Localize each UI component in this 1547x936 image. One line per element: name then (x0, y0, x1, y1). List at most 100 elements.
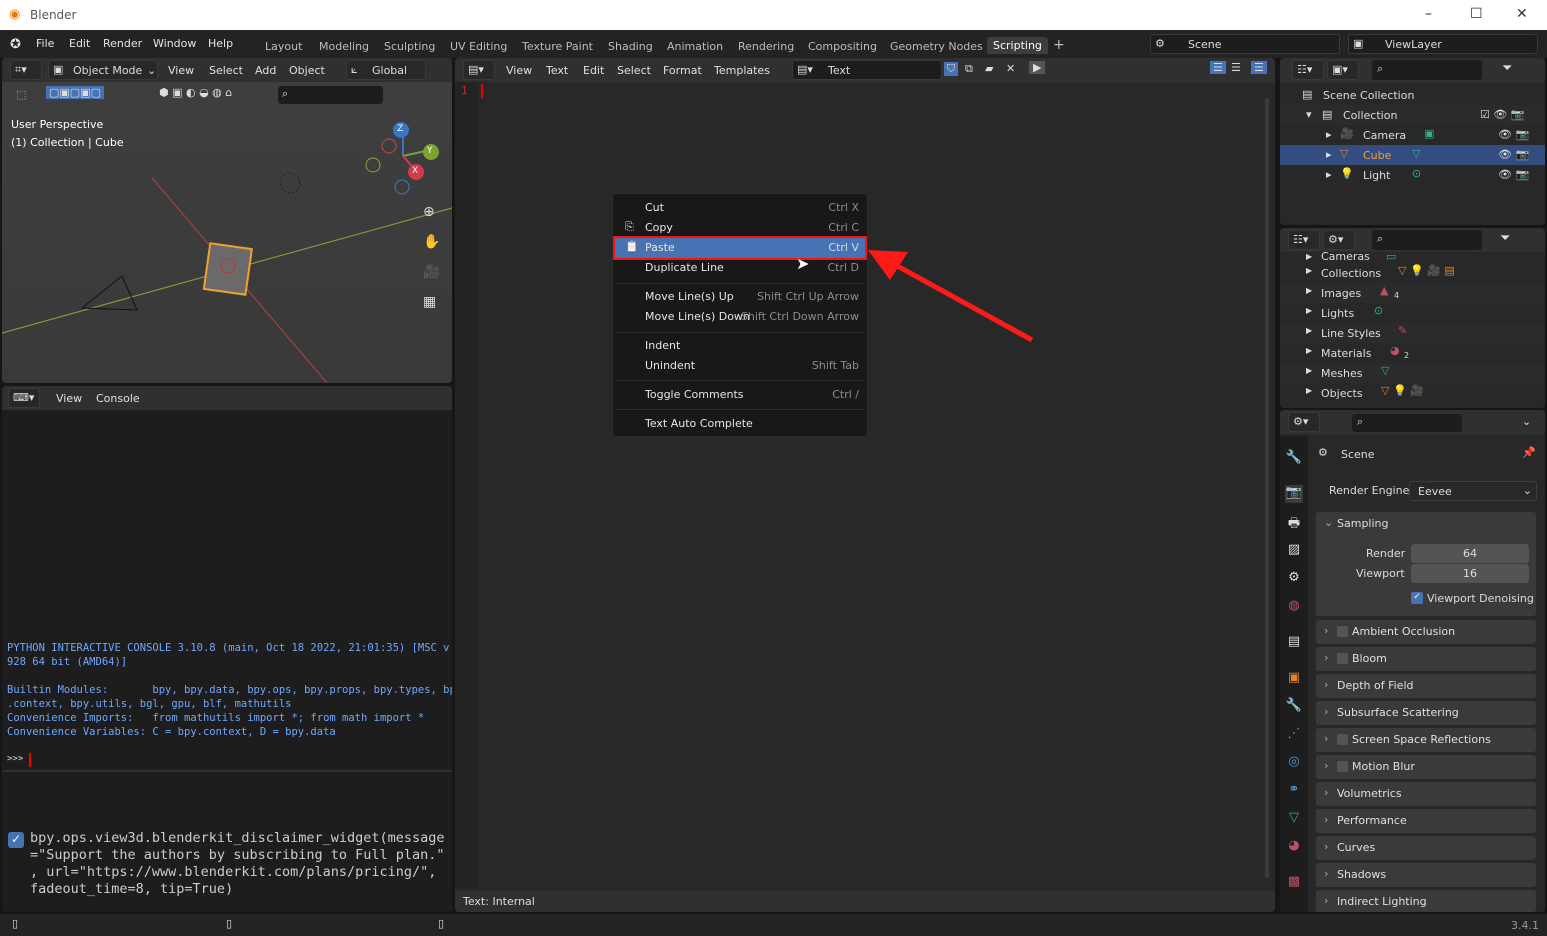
3d-viewport[interactable]: ⌗▾ ▣ Object Mode ⌄ View Select Add Objec… (2, 58, 452, 383)
zoom-icon[interactable]: ⊕ (423, 204, 435, 220)
data-tab-icon[interactable]: ▽ (1285, 810, 1303, 828)
blender-menu-icon[interactable]: ✪ (10, 37, 21, 52)
data-row-materials[interactable]: ▶ Materials ◕ 2 (1280, 343, 1545, 363)
scrollbar[interactable] (1265, 98, 1269, 878)
menu-edit[interactable]: Edit (69, 37, 90, 50)
new-text-icon[interactable]: ⧉ (965, 62, 973, 76)
panel-shadows[interactable]: › Shadows (1316, 863, 1536, 887)
fake-user-icon[interactable]: ⛉ (944, 62, 959, 76)
panel-curves[interactable]: › Curves (1316, 836, 1536, 860)
menu-item-duplicate-line[interactable]: Duplicate Line Ctrl D (615, 258, 865, 278)
menu-templates[interactable]: Templates (714, 64, 770, 77)
menu-console[interactable]: Console (96, 392, 140, 405)
minimize-button[interactable]: – (1425, 6, 1432, 22)
tab-scripting[interactable]: Scripting (987, 37, 1048, 54)
editor-type-button[interactable]: ▤▾ (463, 60, 495, 80)
tab-modeling[interactable]: Modeling (319, 40, 369, 53)
viewport-samples-field[interactable]: 16 (1411, 564, 1529, 583)
ortho-grid-icon[interactable]: ▦ (423, 294, 436, 310)
filter-icon[interactable]: ⏷ (1502, 61, 1512, 76)
panel-depth-of-field[interactable]: › Depth of Field (1316, 674, 1536, 698)
menu-select[interactable]: Select (617, 64, 651, 77)
filter-icon[interactable]: ⏷ (1500, 231, 1510, 246)
text-datablock-selector[interactable]: ▤▾ Text (792, 60, 942, 80)
outliner-row[interactable]: ▸ 🎥 Camera ▣ 👁 📷 (1280, 125, 1545, 145)
menu-item-cut[interactable]: Cut Ctrl X (615, 198, 865, 218)
outliner-row[interactable]: ▤ Scene Collection (1280, 85, 1545, 105)
display-mode-button[interactable]: ⚙▾ (1323, 230, 1355, 250)
render-tab-icon[interactable]: 📷 (1285, 485, 1303, 503)
menu-file[interactable]: File (36, 37, 54, 50)
unlink-icon[interactable]: ✕ (1006, 62, 1015, 75)
menu-item-copy[interactable]: ⎘ Copy Ctrl C (615, 218, 865, 238)
pan-hand-icon[interactable]: ✋ (423, 234, 440, 250)
object-tab-icon[interactable]: ▣ (1285, 670, 1303, 688)
panel-subsurface-scattering[interactable]: › Subsurface Scattering (1316, 701, 1536, 725)
editor-type-button[interactable]: ☷▾ (1288, 230, 1320, 250)
editor-type-button[interactable]: ⚙▾ (1288, 412, 1320, 432)
line-numbers-icon[interactable]: ☰ (1210, 61, 1226, 74)
blend-file-outliner[interactable]: ☷▾ ⚙▾ ⌕ ⏷ ▶ Cameras ▭ ▶ Collections ▽ 💡 🎥 ▤ … (1280, 228, 1545, 408)
panel-volumetrics[interactable]: › Volumetrics (1316, 782, 1536, 806)
menu-render[interactable]: Render (103, 37, 142, 50)
view-layer-selector[interactable]: ▣ ViewLayer (1348, 34, 1538, 54)
maximize-button[interactable]: ☐ (1470, 6, 1483, 22)
sampling-title[interactable]: Sampling (1337, 517, 1389, 530)
render-engine-dropdown[interactable]: Eevee ⌄ (1409, 481, 1537, 501)
tab-shading[interactable]: Shading (608, 40, 653, 53)
panel-indirect-lighting[interactable]: › Indirect Lighting (1316, 890, 1536, 912)
properties-search-input[interactable]: ⌕ (1352, 414, 1462, 432)
display-mode-button[interactable]: ▣▾ (1327, 60, 1359, 80)
data-row-lights[interactable]: ▶ Lights ⊙ (1280, 303, 1545, 323)
menu-help[interactable]: Help (208, 37, 233, 50)
outliner-search-input[interactable]: ⌕ (1372, 60, 1482, 80)
tab-layout[interactable]: Layout (265, 40, 302, 53)
data-row-line-styles[interactable]: ▶ Line Styles ✎ (1280, 323, 1545, 343)
panel-screen-space-reflections[interactable]: › Screen Space Reflections (1316, 728, 1536, 752)
menu-item-unindent[interactable]: Unindent Shift Tab (615, 356, 865, 376)
tab-uv-editing[interactable]: UV Editing (450, 40, 507, 53)
data-row-cameras[interactable]: ▶ Cameras ▭ (1280, 250, 1545, 264)
render-samples-field[interactable]: 64 (1411, 544, 1529, 563)
add-workspace-button[interactable]: + (1053, 37, 1065, 53)
menu-view[interactable]: View (506, 64, 532, 77)
menu-view[interactable]: View (56, 392, 82, 405)
editor-type-button[interactable]: ☷▾ (1292, 60, 1324, 80)
menu-item-toggle-comments[interactable]: Toggle Comments Ctrl / (615, 385, 865, 405)
constraints-tab-icon[interactable]: ⚭ (1285, 782, 1303, 800)
text-editor[interactable]: ▤▾ View Text Edit Select Format Template… (455, 58, 1275, 912)
outliner-row[interactable]: ▸ 💡 Light ⊙ 👁 📷 (1280, 165, 1545, 185)
tab-sculpting[interactable]: Sculpting (384, 40, 435, 53)
console-prompt[interactable]: >>> (7, 754, 23, 764)
menu-window[interactable]: Window (153, 37, 196, 50)
menu-format[interactable]: Format (663, 64, 702, 77)
word-wrap-icon[interactable]: ☰ (1231, 61, 1241, 74)
tab-compositing[interactable]: Compositing (808, 40, 877, 53)
world-tab-icon[interactable]: ◍ (1285, 598, 1303, 616)
data-row-objects[interactable]: ▶ Objects ▽ 💡 🎥 (1280, 383, 1545, 403)
tab-animation[interactable]: Animation (667, 40, 723, 53)
viewport-denoising-checkbox[interactable]: ✓ (1411, 592, 1423, 604)
info-checkbox-icon[interactable]: ✓ (8, 832, 24, 848)
panel-performance[interactable]: › Performance (1316, 809, 1536, 833)
editor-type-button[interactable]: ⌨▾ (8, 388, 40, 408)
close-button[interactable]: ✕ (1516, 6, 1528, 22)
data-row-meshes[interactable]: ▶ Meshes ▽ (1280, 363, 1545, 383)
pin-icon[interactable]: 📌 (1522, 446, 1536, 459)
view-layer-tab-icon[interactable]: ▨ (1285, 542, 1303, 560)
menu-edit[interactable]: Edit (583, 64, 604, 77)
scene-tab-icon[interactable]: ⚙ (1285, 570, 1303, 588)
data-row-images[interactable]: ▶ Images ▲ 4 (1280, 283, 1545, 303)
menu-item-text-auto-complete[interactable]: Text Auto Complete (615, 414, 865, 434)
panel-bloom[interactable]: › Bloom (1316, 647, 1536, 671)
outliner-search-input[interactable]: ⌕ (1372, 230, 1482, 250)
menu-item-move-lines-down[interactable]: Move Line(s) Down Shift Ctrl Down Arrow (615, 307, 865, 327)
collection-tab-icon[interactable]: ▤ (1285, 634, 1303, 652)
output-tab-icon[interactable]: 🖶 (1285, 514, 1303, 532)
outliner-row-selected[interactable]: ▸ ▽ Cube ▽ 👁 📷 (1280, 145, 1545, 165)
scene-selector[interactable]: ⚙ Scene (1150, 34, 1340, 54)
tool-tab-icon[interactable]: 🔧 (1285, 450, 1303, 468)
menu-text[interactable]: Text (546, 64, 568, 77)
chevron-down-icon[interactable]: ⌄ (1522, 415, 1531, 428)
open-folder-icon[interactable]: ▰ (985, 62, 993, 75)
